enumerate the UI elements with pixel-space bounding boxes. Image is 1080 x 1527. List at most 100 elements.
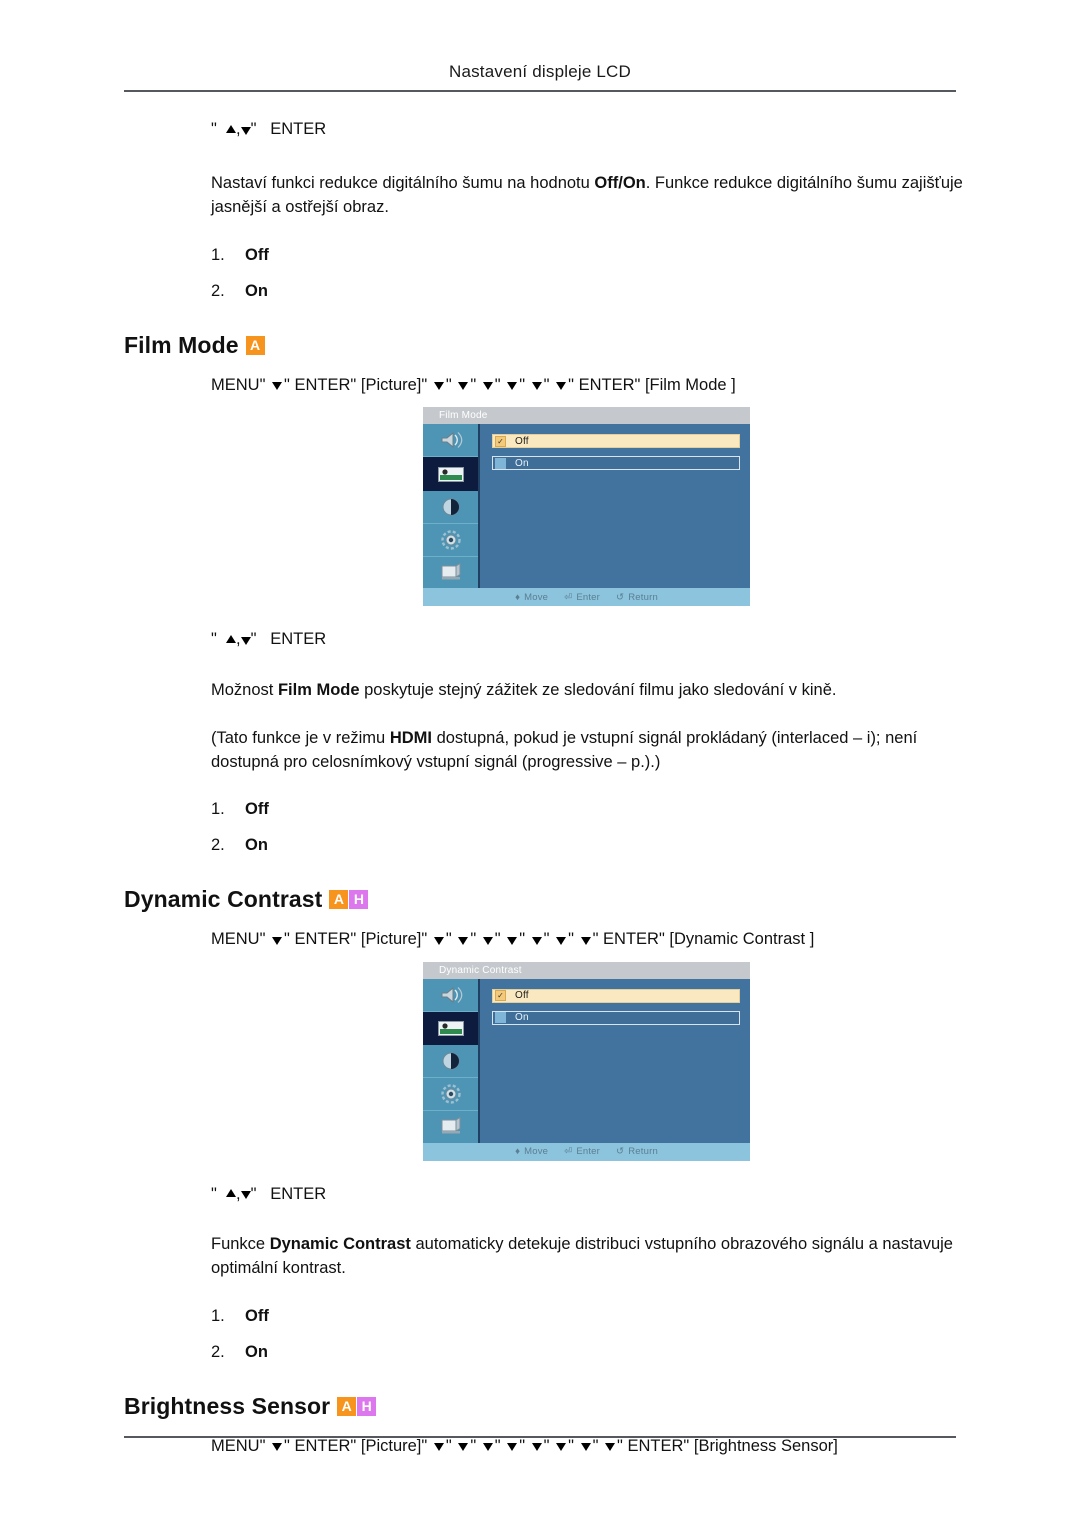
quote-close: " <box>519 1436 526 1455</box>
display-icon[interactable] <box>423 557 478 589</box>
setup-icon[interactable] <box>423 1078 478 1112</box>
osd-option-label: On <box>515 457 529 469</box>
arrow-down-icon <box>482 936 493 945</box>
quote-close: " <box>250 630 257 649</box>
enter-label: ENTER <box>270 630 327 649</box>
badge-h: H <box>349 890 369 910</box>
osd-footer-return: ↺ Return <box>616 1146 658 1157</box>
enter-icon: ⏎ <box>564 591 573 603</box>
quote-open: " <box>211 630 217 649</box>
contrast-icon[interactable] <box>423 491 478 524</box>
arrow-down-icon <box>556 936 567 945</box>
option-value: Off <box>245 1306 269 1325</box>
arrow-down-icon <box>605 1443 616 1452</box>
picture-icon[interactable] <box>423 457 478 492</box>
list-item: 2. On <box>211 836 964 856</box>
osd-option-label: Off <box>515 990 529 1002</box>
osd-option-on[interactable]: On <box>492 456 740 471</box>
arrow-down-icon <box>272 936 283 945</box>
menu-label: MENU <box>211 1436 260 1455</box>
section-heading-film-mode: Film Mode A <box>124 332 964 359</box>
quote-close: " <box>658 930 665 949</box>
picture-label: [Picture] <box>360 1436 422 1455</box>
enter-label: ENTER <box>270 1184 327 1203</box>
option-number: 2. <box>211 836 225 855</box>
quote-close: " <box>284 930 290 949</box>
section-heading-label: Brightness Sensor <box>124 1392 331 1419</box>
arrow-down-icon <box>433 1443 444 1452</box>
target-label: [Film Mode ] <box>644 375 736 394</box>
list-item: 2. On <box>211 1343 964 1363</box>
osd-screenshot-dynamic-contrast: Dynamic Contrast ✓ Off On ♦ Move ⏎ Enter… <box>423 961 750 1161</box>
menu-path-film-mode: MENU" " ENTER" [Picture]" " " " " " " EN… <box>211 373 971 398</box>
picture-label: [Picture] <box>360 930 422 949</box>
osd-footer-label: Return <box>628 591 658 603</box>
option-number: 1. <box>211 1306 225 1325</box>
option-list-noise-reduction: 1. Off 2. On <box>211 246 964 302</box>
osd-footer-enter: ⏎ Enter <box>564 1146 600 1157</box>
enter-label: ENTER <box>294 1436 351 1455</box>
paragraph-dynamic-contrast: Funkce Dynamic Contrast automaticky dete… <box>211 1233 963 1281</box>
arrow-down-icon <box>272 1443 283 1452</box>
move-icon: ♦ <box>515 1146 521 1158</box>
quote-close: " <box>284 1436 290 1455</box>
quote-close: " <box>494 930 501 949</box>
enter-label: ENTER <box>627 1436 684 1455</box>
setup-icon[interactable] <box>423 524 478 557</box>
paragraph-noise-reduction: Nastaví funkci redukce digitálního šumu … <box>211 172 963 220</box>
display-icon[interactable] <box>423 1111 478 1143</box>
quote-close: " <box>445 930 452 949</box>
osd-option-on[interactable]: On <box>492 1010 740 1025</box>
osd-option-off[interactable]: ✓ Off <box>492 988 740 1003</box>
list-item: 2. On <box>211 282 964 302</box>
enter-label: ENTER <box>270 120 327 138</box>
option-value: Off <box>245 800 269 819</box>
enter-label: ENTER <box>294 930 351 949</box>
checkmark-icon: ✓ <box>495 990 506 1002</box>
quote-open: " <box>211 1184 217 1203</box>
paragraph-text-bold: Film Mode <box>277 680 360 699</box>
osd-option-label: On <box>515 1012 529 1024</box>
picture-icon[interactable] <box>423 1011 478 1046</box>
header-divider <box>124 90 956 92</box>
arrow-down-icon <box>433 936 444 945</box>
badge-a: A <box>337 1396 357 1416</box>
unchecked-box-icon <box>495 1012 506 1024</box>
quote-close: " <box>683 1436 690 1455</box>
arrow-down-icon <box>507 1443 518 1452</box>
quote-close: " <box>421 930 428 949</box>
quote-close: " <box>350 930 357 949</box>
quote-close: " <box>494 1436 501 1455</box>
picture-label: [Picture] <box>360 375 422 394</box>
osd-options: ✓ Off On <box>480 424 750 588</box>
arrow-run-film-mode: " " " " " " <box>432 376 579 394</box>
quote-open: " <box>259 930 266 949</box>
osd-body: ✓ Off On <box>423 424 750 589</box>
quote-close: " <box>445 375 452 394</box>
paragraph-text-bold: HDMI <box>389 728 432 747</box>
option-value: On <box>245 836 268 855</box>
arrow-run-brightness-sensor: " " " " " " " " <box>432 1437 628 1455</box>
audio-icon[interactable] <box>423 424 478 458</box>
contrast-icon[interactable] <box>423 1045 478 1079</box>
arrow-down-icon <box>240 637 251 646</box>
quote-close: " <box>494 375 501 394</box>
osd-option-off[interactable]: ✓ Off <box>492 434 740 449</box>
paragraph-text-post: poskytuje stejný zážitek ze sledování fi… <box>359 680 837 699</box>
menu-label: MENU <box>211 375 260 394</box>
quote-close: " <box>470 375 477 394</box>
target-label: [Brightness Sensor] <box>693 1436 838 1455</box>
audio-icon[interactable] <box>423 979 478 1012</box>
quote-close: " <box>568 930 574 949</box>
osd-sidebar <box>423 424 480 589</box>
paragraph-text-pre: Funkce <box>211 1235 270 1254</box>
arrow-down-icon <box>507 936 518 945</box>
section-heading-label: Film Mode <box>124 331 239 358</box>
quote-close: " <box>470 930 477 949</box>
badge-group: A H <box>337 1396 377 1416</box>
badge-a: A <box>329 890 349 910</box>
arrow-down-icon <box>507 382 518 391</box>
osd-title: Film Mode <box>423 407 750 425</box>
arrow-down-icon <box>458 1443 469 1452</box>
paragraph-text-bold: Dynamic Contrast <box>269 1235 411 1254</box>
